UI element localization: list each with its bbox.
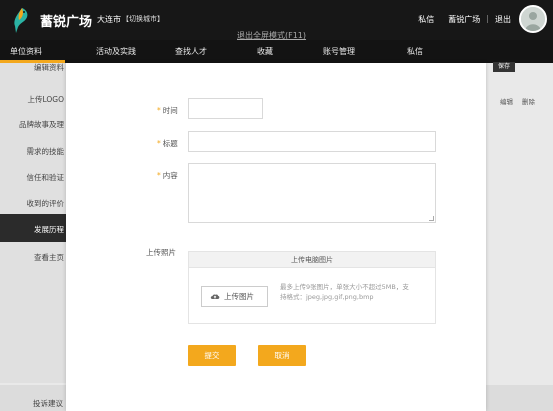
- switch-city-link[interactable]: 【切换城市】: [122, 14, 164, 24]
- content-textarea[interactable]: [188, 163, 436, 223]
- right-underlay: [486, 63, 553, 383]
- avatar[interactable]: [519, 5, 547, 33]
- upload-hint: 最多上传9张图片，单张大小不超过5MB，支持格式：jpeg,jpg,gif,pn…: [280, 283, 409, 301]
- submit-button[interactable]: 提交: [188, 345, 236, 366]
- logout-link[interactable]: 退出: [495, 14, 511, 25]
- content-label: * 内容: [157, 171, 178, 180]
- nav-item-activities[interactable]: 活动及实践: [96, 46, 136, 57]
- app-name[interactable]: 蓄锐广场: [40, 11, 92, 30]
- separator: |: [486, 14, 489, 23]
- top-links: 私信 蓄锐广场 | 退出: [418, 14, 511, 25]
- time-input[interactable]: [188, 98, 263, 119]
- sidebar-item-view-home[interactable]: 查看主页: [0, 244, 66, 269]
- nav-item-messages[interactable]: 私信: [407, 46, 423, 57]
- sidebar-item-reviews[interactable]: 收到的评价: [0, 190, 66, 215]
- delete-link[interactable]: 删除: [522, 96, 535, 106]
- nav-item-account[interactable]: 账号管理: [323, 46, 355, 57]
- cancel-button[interactable]: 取消: [258, 345, 306, 366]
- bird-logo-icon: [14, 8, 28, 33]
- main-nav: [0, 40, 553, 63]
- avatar-image-icon: [521, 7, 545, 31]
- resize-handle[interactable]: [429, 216, 434, 221]
- add-history-modal: * 时间 * 标题 * 内容 上传照片 上传电脑图片 上传图片 最多上传9张图片，单张…: [66, 63, 486, 411]
- cloud-upload-icon: [210, 294, 220, 299]
- sidebar-item-upload-logo[interactable]: 上传LOGO: [0, 86, 66, 111]
- upload-header[interactable]: 上传电脑图片: [189, 252, 435, 268]
- title-input[interactable]: [188, 131, 436, 152]
- save-tag[interactable]: 保存: [493, 62, 515, 72]
- edit-link[interactable]: 编辑: [500, 96, 513, 106]
- messages-link[interactable]: 私信: [418, 14, 434, 25]
- square-link[interactable]: 蓄锐广场: [448, 14, 480, 25]
- title-label: * 标题: [157, 139, 178, 148]
- time-label: * 时间: [157, 106, 178, 115]
- sidebar-item-trust[interactable]: 信任和验证: [0, 164, 66, 189]
- sidebar-item-skills[interactable]: 需求的技能: [0, 138, 66, 163]
- current-city: 大连市: [97, 15, 121, 24]
- sidebar-item-history[interactable]: 发展历程: [0, 214, 66, 242]
- sidebar-item-brand-story[interactable]: 品牌故事及理: [0, 111, 66, 136]
- nav-item-find-talent[interactable]: 查找人才: [175, 46, 207, 57]
- photo-label: 上传照片: [146, 248, 176, 257]
- exit-fullscreen-hint[interactable]: 退出全屏模式(F11): [237, 30, 306, 41]
- nav-item-profile[interactable]: 单位资料: [10, 46, 42, 57]
- upload-image-button[interactable]: 上传图片: [201, 286, 268, 307]
- sidebar-item-edit-profile[interactable]: 编辑资料: [0, 61, 66, 73]
- upload-panel: 上传电脑图片 上传图片 最多上传9张图片，单张大小不超过5MB，支持格式：jpe…: [188, 251, 436, 324]
- nav-item-favorites[interactable]: 收藏: [257, 46, 273, 57]
- feedback-link[interactable]: 投诉建议: [33, 398, 63, 409]
